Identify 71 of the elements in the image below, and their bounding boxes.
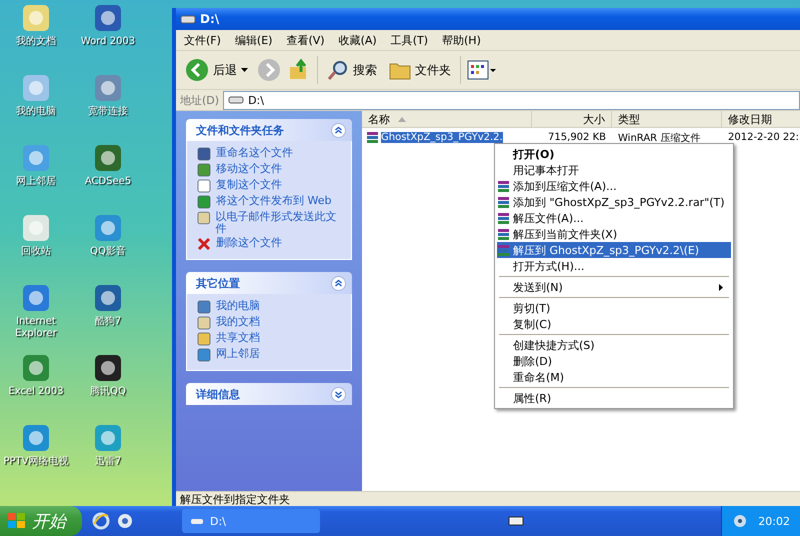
archive-stack-icon: [497, 244, 510, 256]
archive-stack-icon: [497, 212, 510, 224]
context-menu-item[interactable]: 复制(C): [497, 316, 731, 332]
task-link[interactable]: 复制这个文件: [216, 179, 282, 192]
archive-stack-icon: [497, 180, 510, 192]
archive-stack-icon: [497, 196, 510, 208]
panel-header[interactable]: 文件和文件夹任务: [186, 119, 352, 141]
menu-item[interactable]: 帮助(H): [442, 32, 481, 48]
address-field[interactable]: D:\: [223, 90, 800, 110]
context-menu-item[interactable]: 解压文件(A)...: [497, 210, 731, 226]
taskbar-window-button[interactable]: D:\: [182, 509, 320, 533]
collapse-icon[interactable]: [331, 276, 346, 291]
column-header[interactable]: 名称: [362, 111, 532, 127]
context-menu-item[interactable]: 解压到 GhostXpZ_sp3_PGYv2.2\(E): [497, 242, 731, 258]
window-title: D:\: [200, 12, 220, 26]
task-link[interactable]: 将这个文件发布到 Web: [216, 195, 332, 208]
task-link[interactable]: 我的电脑: [216, 300, 260, 312]
context-menu-item[interactable]: 打开方式(H)...: [497, 258, 731, 274]
context-menu-item[interactable]: 发送到(N): [497, 279, 731, 295]
views-icon[interactable]: [467, 59, 497, 81]
context-menu-item[interactable]: 剪切(T): [497, 300, 731, 316]
file-type: WinRAR 压缩文件: [617, 132, 702, 144]
expand-icon[interactable]: [331, 386, 346, 402]
folders-button[interactable]: 文件夹: [386, 58, 454, 82]
column-header[interactable]: 修改日期: [722, 111, 800, 127]
delete-icon: [197, 237, 211, 252]
search-button[interactable]: 搜索: [324, 57, 380, 83]
context-menu-item[interactable]: 属性(R): [497, 390, 731, 406]
task-link[interactable]: 重命名这个文件: [216, 147, 293, 160]
file-size: 715,902 KB: [547, 132, 607, 143]
task-link[interactable]: 移动这个文件: [216, 163, 282, 176]
column-header[interactable]: 类型: [612, 111, 722, 127]
menu-item[interactable]: 收藏(A): [338, 32, 377, 48]
menu-item[interactable]: 文件(F): [184, 32, 221, 48]
menu-item[interactable]: 编辑(E): [234, 32, 272, 48]
context-menu-item[interactable]: 创建快捷方式(S): [497, 337, 731, 353]
submenu-arrow-icon: [719, 284, 723, 290]
context-menu-item[interactable]: 打开(O): [497, 146, 731, 162]
context-menu-item[interactable]: 解压到当前文件夹(X): [497, 226, 731, 242]
context-menu-item[interactable]: 重命名(M): [497, 369, 731, 385]
column-header[interactable]: 大小: [532, 111, 612, 127]
task-link[interactable]: 共享文档: [216, 332, 260, 344]
file-date: 2012-2-20 22:: [727, 132, 800, 143]
collapse-icon[interactable]: [331, 122, 346, 138]
context-menu-item[interactable]: 添加到压缩文件(A)...: [497, 178, 731, 194]
archive-stack-icon: [366, 131, 379, 144]
windows-logo-icon: [8, 513, 26, 529]
menu-item[interactable]: 工具(T): [390, 32, 428, 48]
search-icon: [327, 59, 349, 81]
address-label: 地址(D): [180, 92, 220, 108]
back-button[interactable]: 后退: [182, 56, 251, 84]
drive-icon: [180, 13, 196, 25]
file-name[interactable]: GhostXpZ_sp3_PGYv2.2.: [381, 132, 503, 143]
task-link[interactable]: 删除这个文件: [216, 237, 282, 250]
drive-icon: [228, 95, 244, 105]
start-button[interactable]: 开始: [0, 506, 82, 536]
panel-header[interactable]: 详细信息: [186, 383, 352, 406]
archive-stack-icon: [497, 228, 510, 240]
task-link[interactable]: 网上邻居: [216, 348, 260, 360]
context-menu-item[interactable]: 添加到 "GhostXpZ_sp3_PGYv2.2.rar"(T): [497, 194, 731, 210]
task-link[interactable]: 我的文档: [216, 316, 260, 328]
context-menu-item[interactable]: 用记事本打开: [497, 162, 731, 178]
panel-header[interactable]: 其它位置: [186, 272, 352, 294]
menu-item[interactable]: 查看(V): [286, 32, 325, 48]
context-menu-item[interactable]: 删除(D): [497, 353, 731, 369]
clock: 20:02: [758, 514, 790, 528]
status-text: 解压文件到指定文件夹: [180, 492, 290, 506]
sort-arrow-icon: [398, 116, 406, 122]
task-link[interactable]: 以电子邮件形式发送此文件: [216, 211, 343, 236]
drive-icon: [190, 516, 204, 526]
dropdown-caret-icon: [241, 68, 248, 72]
